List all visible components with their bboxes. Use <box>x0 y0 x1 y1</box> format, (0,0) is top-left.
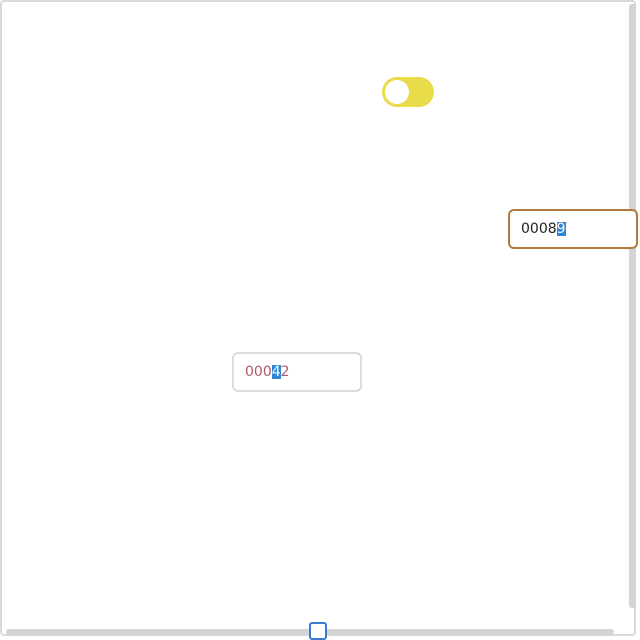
vertical-scrollbar[interactable] <box>629 4 636 608</box>
input-text-selected: 9 <box>556 221 566 237</box>
input-text-before: 0008 <box>521 221 557 237</box>
input-text-after: 2 <box>280 364 290 380</box>
number-input-bottom[interactable]: 000 4 2 <box>232 352 362 392</box>
toggle-knob <box>385 80 409 104</box>
input-text-selected: 4 <box>271 364 281 380</box>
toggle-switch[interactable] <box>382 77 434 107</box>
input-text-before: 000 <box>245 364 272 380</box>
checkbox[interactable] <box>309 622 327 640</box>
number-input-top[interactable]: 0008 9 <box>508 209 638 249</box>
window-frame <box>0 0 636 636</box>
